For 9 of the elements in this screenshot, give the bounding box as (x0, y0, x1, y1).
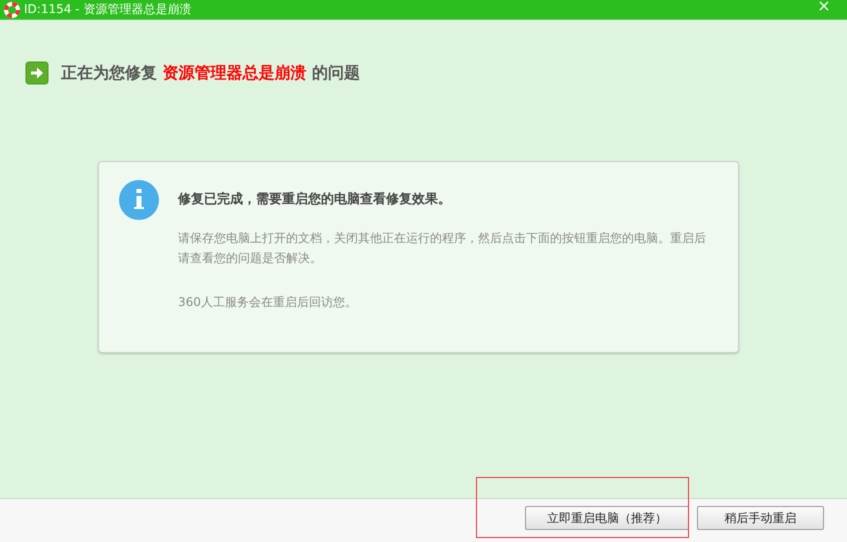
repair-heading: 正在为您修复 资源管理器总是崩溃 的问题 (61, 62, 360, 84)
restart-button[interactable]: 稍后手动重启 (697, 506, 824, 530)
lifebuoy-icon (4, 2, 20, 18)
card-paragraph: 请保存您电脑上打开的文档，关闭其他正在运行的程序，然后点击下面的按钮重启您的电脑。重启后请查看您的问题是否解决。 (178, 230, 707, 267)
restart-button[interactable]: 立即重启电脑（推荐） (525, 506, 689, 530)
card-paragraph: 360人工服务会在重启后回访您。 (178, 294, 358, 311)
card-title: 修复已完成，需要重启您的电脑查看修复效果。 (178, 190, 452, 208)
info-icon (119, 180, 159, 220)
window-title: ID:1154 - 资源管理器总是崩溃 (24, 1, 192, 18)
